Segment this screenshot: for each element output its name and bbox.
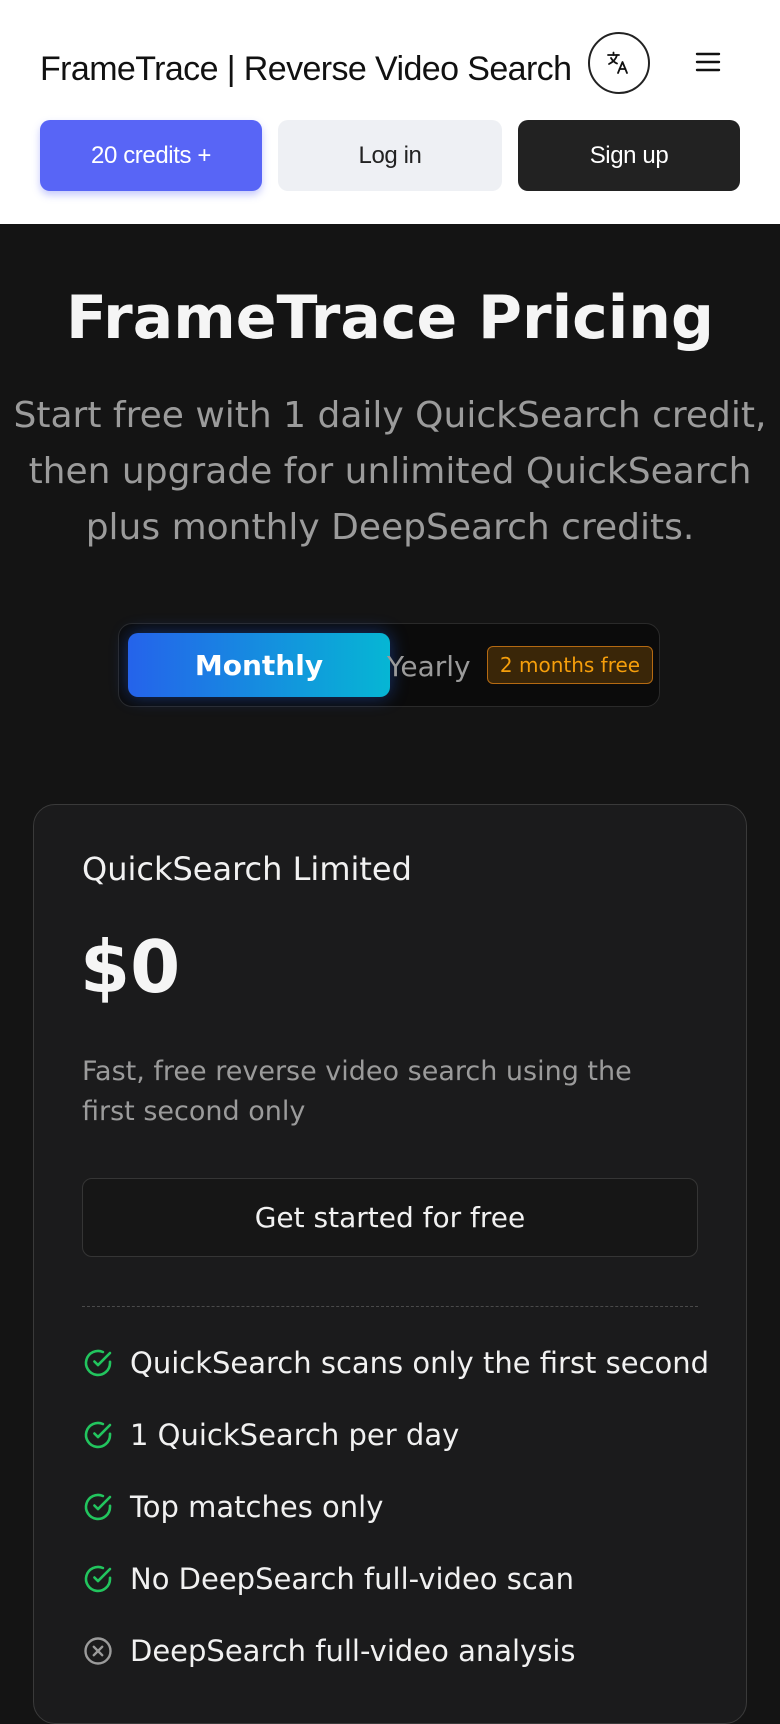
feature-text: 1 QuickSearch per day — [130, 1418, 460, 1452]
feature-item: QuickSearch scans only the first second — [82, 1343, 722, 1383]
x-circle-icon — [82, 1635, 114, 1667]
feature-text: No DeepSearch full-video scan — [130, 1562, 574, 1596]
hamburger-menu-icon — [695, 52, 721, 72]
billing-option-yearly[interactable]: Yearly — [387, 642, 471, 690]
check-circle-icon — [82, 1491, 114, 1523]
feature-item: No DeepSearch full-video scan — [82, 1559, 722, 1599]
menu-button[interactable] — [690, 44, 726, 80]
plan-price: $0 — [80, 925, 181, 1009]
feature-item: DeepSearch full-video analysis — [82, 1631, 722, 1671]
feature-text: Top matches only — [130, 1490, 384, 1524]
feature-item: 1 QuickSearch per day — [82, 1415, 722, 1455]
feature-item: Top matches only — [82, 1487, 722, 1527]
plan-description: Fast, free reverse video search using th… — [82, 1056, 632, 1127]
feature-text: QuickSearch scans only the first second — [130, 1346, 710, 1380]
plan-name: QuickSearch Limited — [82, 850, 412, 888]
login-button[interactable]: Log in — [278, 120, 502, 191]
translate-icon — [607, 51, 628, 74]
language-button[interactable] — [588, 32, 650, 94]
page-subtitle: Start free with 1 daily QuickSearch cred… — [13, 395, 767, 548]
billing-toggle: Monthly Yearly 2 months free — [118, 623, 660, 707]
feature-text: DeepSearch full-video analysis — [130, 1634, 576, 1668]
check-circle-icon — [82, 1563, 114, 1595]
billing-option-monthly[interactable]: Monthly — [128, 633, 390, 697]
top-navbar: FrameTrace | Reverse Video Search 20 cre… — [0, 0, 780, 224]
check-circle-icon — [82, 1347, 114, 1379]
plan-card-free: QuickSearch Limited $0 Fast, free revers… — [33, 804, 747, 1724]
credits-button[interactable]: 20 credits + — [40, 120, 262, 191]
check-circle-icon — [82, 1419, 114, 1451]
get-started-button[interactable]: Get started for free — [82, 1178, 698, 1257]
yearly-discount-badge: 2 months free — [487, 646, 653, 684]
brand-title[interactable]: FrameTrace | Reverse Video Search — [40, 50, 572, 89]
signup-button[interactable]: Sign up — [518, 120, 740, 191]
divider — [82, 1306, 698, 1307]
page-title: FrameTrace Pricing — [66, 283, 714, 353]
